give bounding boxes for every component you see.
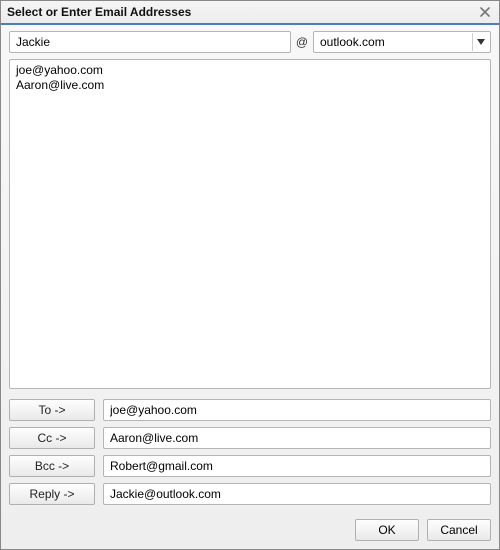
address-entry-row: @ outlook.com (9, 31, 491, 53)
at-symbol: @ (291, 31, 313, 53)
dialog-title: Select or Enter Email Addresses (7, 5, 191, 19)
ok-button[interactable]: OK (355, 519, 419, 541)
close-icon[interactable] (477, 4, 493, 20)
name-input[interactable] (9, 31, 291, 53)
cc-row: Cc -> (9, 427, 491, 449)
dialog-footer: OK Cancel (9, 515, 491, 541)
cancel-button[interactable]: Cancel (427, 519, 491, 541)
cc-button[interactable]: Cc -> (9, 427, 95, 449)
bcc-row: Bcc -> (9, 455, 491, 477)
dialog-window: Select or Enter Email Addresses @ outloo… (0, 0, 500, 550)
titlebar: Select or Enter Email Addresses (1, 1, 499, 25)
to-row: To -> (9, 399, 491, 421)
list-item[interactable]: Aaron@live.com (16, 78, 484, 93)
bcc-field[interactable] (103, 455, 491, 477)
cc-field[interactable] (103, 427, 491, 449)
bcc-button[interactable]: Bcc -> (9, 455, 95, 477)
domain-select-value: outlook.com (320, 35, 385, 49)
dialog-content: @ outlook.com joe@yahoo.com Aaron@live.c… (1, 25, 499, 549)
reply-button[interactable]: Reply -> (9, 483, 95, 505)
recipient-fields: To -> Cc -> Bcc -> Reply -> (9, 399, 491, 505)
to-button[interactable]: To -> (9, 399, 95, 421)
list-item[interactable]: joe@yahoo.com (16, 63, 484, 78)
domain-select[interactable]: outlook.com (313, 31, 491, 53)
reply-field[interactable] (103, 483, 491, 505)
chevron-down-icon (472, 33, 488, 51)
reply-row: Reply -> (9, 483, 491, 505)
to-field[interactable] (103, 399, 491, 421)
address-listbox[interactable]: joe@yahoo.com Aaron@live.com (9, 59, 491, 389)
